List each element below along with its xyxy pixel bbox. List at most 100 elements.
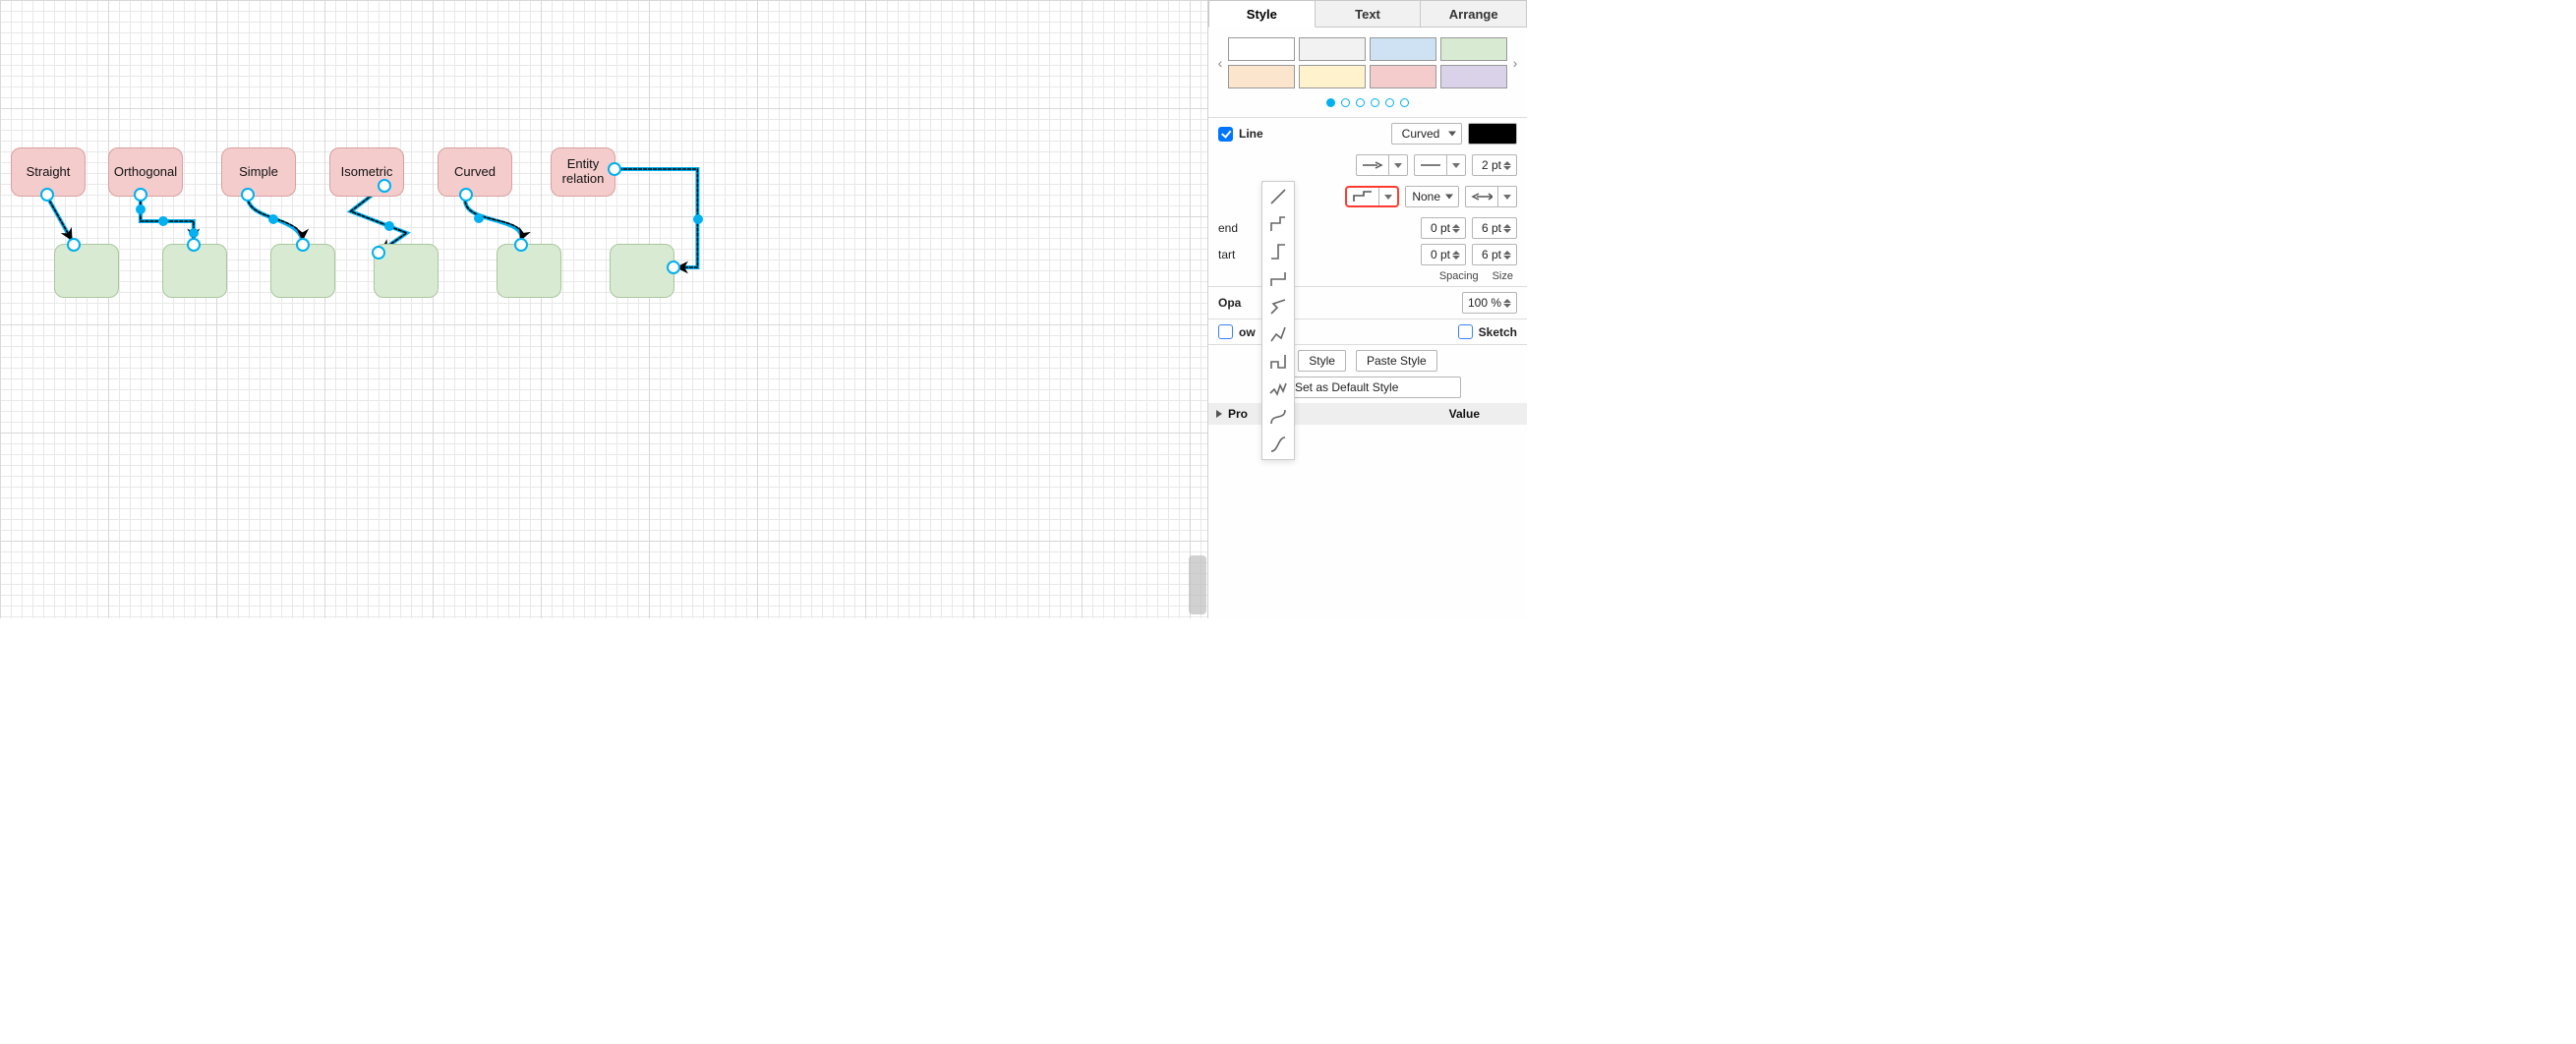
target-straight[interactable] xyxy=(54,244,119,298)
node-entity[interactable]: Entity relation xyxy=(551,147,615,197)
spinner[interactable] xyxy=(1452,245,1463,264)
endpoint[interactable] xyxy=(608,162,621,176)
waypoint[interactable] xyxy=(693,214,703,224)
preset-swatch[interactable] xyxy=(1370,37,1436,61)
opacity-label-fragment: Opa xyxy=(1218,296,1241,310)
preset-swatch[interactable] xyxy=(1440,65,1507,88)
preset-swatch[interactable] xyxy=(1228,65,1295,88)
line-width-input[interactable]: 2 pt xyxy=(1472,154,1517,176)
start-size-input[interactable]: 6 pt xyxy=(1472,244,1517,265)
waypoint-option-jagged[interactable] xyxy=(1266,377,1290,401)
waypoint-option-straight[interactable] xyxy=(1266,185,1290,208)
pager-dot[interactable] xyxy=(1326,98,1335,107)
canvas[interactable]: Straight Orthogonal Simple Isometric Cur… xyxy=(0,0,1207,618)
endpoint[interactable] xyxy=(40,188,54,202)
endpoint[interactable] xyxy=(378,179,391,193)
target-curved[interactable] xyxy=(497,244,561,298)
pager-dot[interactable] xyxy=(1385,98,1394,107)
spinner[interactable] xyxy=(1503,293,1514,313)
waypoint-option-simple-v[interactable] xyxy=(1266,267,1290,291)
chevron-down-icon xyxy=(1379,188,1397,205)
presets-next[interactable]: › xyxy=(1507,55,1523,71)
line-dash-combo[interactable] xyxy=(1414,154,1466,176)
disclosure-triangle-icon xyxy=(1216,410,1222,418)
waypoint[interactable] xyxy=(268,214,278,224)
line-width-value: 2 pt xyxy=(1477,158,1503,172)
line-style-select[interactable]: Curved xyxy=(1391,123,1462,145)
waypoint[interactable] xyxy=(158,216,168,226)
shadow-sketch-row: ow Sketch xyxy=(1208,319,1527,344)
endpoint[interactable] xyxy=(296,238,310,252)
node-label: Entity relation xyxy=(562,157,605,187)
tab-text[interactable]: Text xyxy=(1316,0,1422,28)
copy-style-button[interactable]: Style xyxy=(1298,350,1346,372)
line-color-chip[interactable] xyxy=(1468,123,1517,145)
line-start-arrow-combo[interactable] xyxy=(1465,186,1517,207)
target-orthogonal[interactable] xyxy=(162,244,227,298)
opacity-input[interactable]: 100 % xyxy=(1462,292,1517,314)
endpoint[interactable] xyxy=(187,238,201,252)
presets-grid xyxy=(1228,37,1507,88)
waypoint-option-isometric[interactable] xyxy=(1266,295,1290,319)
target-simple[interactable] xyxy=(270,244,335,298)
waypoint[interactable] xyxy=(384,221,394,231)
waypoint-option-isometric2[interactable] xyxy=(1266,322,1290,346)
waypoint[interactable] xyxy=(189,228,199,238)
preset-swatch[interactable] xyxy=(1299,37,1366,61)
endpoint[interactable] xyxy=(459,188,473,202)
preset-swatch[interactable] xyxy=(1228,37,1295,61)
arrow-end-icon xyxy=(1357,155,1389,175)
scrollbar-vertical[interactable] xyxy=(1189,555,1206,614)
node-label: Simple xyxy=(239,165,278,180)
tab-style[interactable]: Style xyxy=(1208,0,1316,28)
spinner[interactable] xyxy=(1452,218,1463,238)
line-end-arrow-combo[interactable] xyxy=(1356,154,1408,176)
waypoint-option-curved2[interactable] xyxy=(1266,433,1290,456)
endpoint[interactable] xyxy=(134,188,147,202)
preset-swatch[interactable] xyxy=(1440,37,1507,61)
start-spacing-input[interactable]: 0 pt xyxy=(1421,244,1466,265)
pager-dot[interactable] xyxy=(1341,98,1350,107)
default-style-row: Set as Default Style xyxy=(1208,377,1527,403)
waypoint-option-curved[interactable] xyxy=(1266,405,1290,429)
endpoint[interactable] xyxy=(67,238,81,252)
pager-dot[interactable] xyxy=(1356,98,1365,107)
paste-style-button[interactable]: Paste Style xyxy=(1356,350,1437,372)
end-spacing-input[interactable]: 0 pt xyxy=(1421,217,1466,239)
pager-dot[interactable] xyxy=(1371,98,1379,107)
line-start-label-fragment: tart xyxy=(1218,248,1235,261)
pager-dot[interactable] xyxy=(1400,98,1409,107)
size-label: Size xyxy=(1493,270,1513,282)
node-simple[interactable]: Simple xyxy=(221,147,296,197)
line-waypoint-row: None xyxy=(1208,181,1527,212)
waypoint-option-entity[interactable] xyxy=(1266,350,1290,374)
preset-swatch[interactable] xyxy=(1370,65,1436,88)
node-isometric[interactable]: Isometric xyxy=(329,147,404,197)
endpoint[interactable] xyxy=(372,246,385,260)
preset-swatch[interactable] xyxy=(1299,65,1366,88)
properties-header[interactable]: Pro Value xyxy=(1208,403,1527,425)
waypoint[interactable] xyxy=(474,213,484,223)
set-default-style-button[interactable]: Set as Default Style xyxy=(1274,377,1461,398)
spinner[interactable] xyxy=(1503,245,1514,264)
endpoint[interactable] xyxy=(241,188,255,202)
waypoint-style-dropdown xyxy=(1261,181,1295,460)
node-curved[interactable]: Curved xyxy=(438,147,512,197)
endpoint[interactable] xyxy=(514,238,528,252)
end-size-input[interactable]: 6 pt xyxy=(1472,217,1517,239)
tab-label: Arrange xyxy=(1449,7,1498,22)
waypoint-style-combo[interactable] xyxy=(1345,186,1399,207)
shadow-checkbox[interactable] xyxy=(1218,324,1233,339)
spinner[interactable] xyxy=(1503,218,1514,238)
connection-none-select[interactable]: None xyxy=(1405,186,1459,207)
line-checkbox[interactable] xyxy=(1218,127,1233,142)
sketch-checkbox[interactable] xyxy=(1458,324,1473,339)
waypoint-option-simple-h[interactable] xyxy=(1266,240,1290,263)
tab-arrange[interactable]: Arrange xyxy=(1421,0,1527,28)
spinner[interactable] xyxy=(1503,155,1514,175)
endpoint[interactable] xyxy=(667,261,680,274)
presets-prev[interactable]: ‹ xyxy=(1212,55,1228,71)
waypoint[interactable] xyxy=(136,204,146,214)
waypoint-option-orthogonal[interactable] xyxy=(1266,212,1290,236)
target-entity[interactable] xyxy=(610,244,674,298)
